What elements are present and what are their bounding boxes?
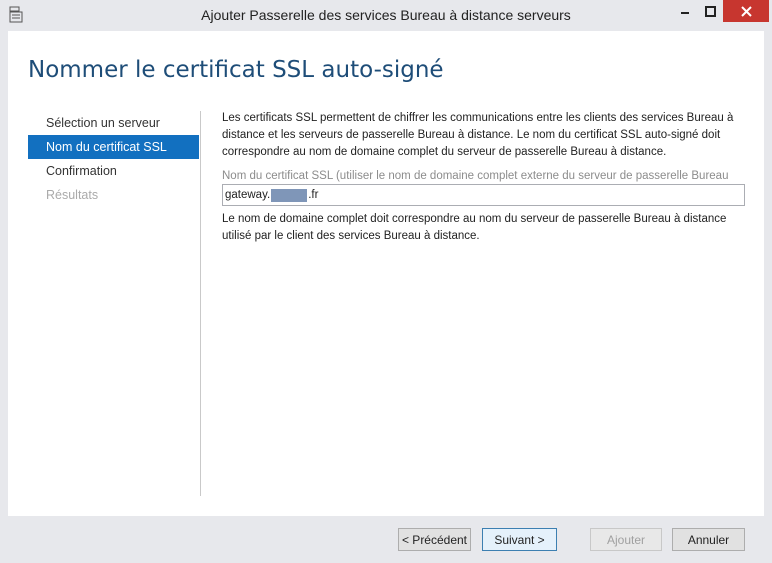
close-icon: [740, 5, 752, 17]
intro-text: Les certificats SSL permettent de chiffr…: [222, 112, 734, 158]
add-button[interactable]: Ajouter: [590, 528, 662, 551]
nav-item-nom-certificat[interactable]: Nom du certificat SSL: [28, 135, 199, 159]
redacted-domain: [271, 188, 308, 202]
minimize-icon: [681, 12, 689, 14]
maximize-icon: [705, 5, 716, 17]
nav-divider: [200, 111, 201, 496]
maximize-button[interactable]: [698, 0, 723, 22]
nav-item-confirmation[interactable]: Confirmation: [28, 159, 199, 183]
title-bar[interactable]: Ajouter Passerelle des services Bureau à…: [0, 0, 772, 30]
nav-item-resultats: Résultats: [46, 188, 99, 202]
window-title: Ajouter Passerelle des services Bureau à…: [201, 7, 571, 23]
certificate-name-input[interactable]: gateway. .fr: [222, 184, 745, 206]
wizard-window: Ajouter Passerelle des services Bureau à…: [0, 0, 772, 563]
previous-button[interactable]: < Précédent: [398, 528, 471, 551]
wizard-body: Nommer le certificat SSL auto-signé Séle…: [8, 31, 764, 556]
input-value-suffix: .fr: [308, 189, 319, 201]
certificate-name-label: Nom du certificat SSL (utiliser le nom d…: [222, 170, 729, 182]
input-value-prefix: gateway.: [225, 189, 271, 201]
close-button[interactable]: [723, 0, 769, 22]
minimize-button[interactable]: [672, 0, 698, 22]
button-bar: < Précédent Suivant > Ajouter Annuler: [8, 516, 764, 556]
wizard-steps-nav: Sélection un serveur Nom du certificat S…: [28, 111, 199, 207]
note-text: Le nom de domaine complet doit correspon…: [222, 213, 727, 242]
cancel-button[interactable]: Annuler: [672, 528, 745, 551]
nav-item-selection-serveur[interactable]: Sélection un serveur: [28, 111, 199, 135]
page-title: Nommer le certificat SSL auto-signé: [28, 57, 444, 83]
content-panel: Les certificats SSL permettent de chiffr…: [222, 110, 747, 245]
next-button[interactable]: Suivant >: [482, 528, 557, 551]
